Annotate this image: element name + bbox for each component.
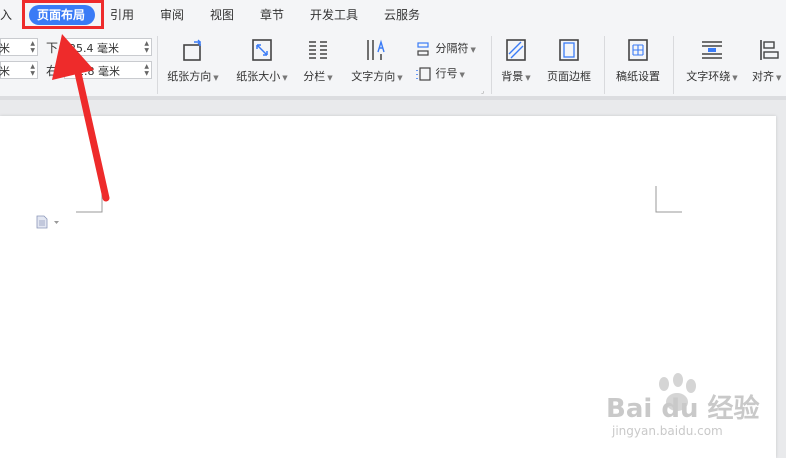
background-button[interactable]: 背景 ▼ [498, 38, 534, 84]
paper-size-button[interactable]: 纸张大小 ▼ [233, 38, 291, 84]
spinner-arrows-icon[interactable]: ▲ ▼ [144, 40, 149, 54]
paper-size-icon [252, 39, 272, 61]
line-numbers-button[interactable]: 行号 ▼ [416, 65, 465, 81]
dialog-launcher-icon[interactable]: ⌟ [481, 87, 484, 95]
doc-icon[interactable] [36, 214, 64, 233]
menu-tab-view[interactable]: 视图 [210, 6, 234, 23]
margin-left-field[interactable]: 米 ▲ ▼ [0, 61, 38, 79]
align-button[interactable]: 对齐 ▼ [752, 38, 786, 84]
baidu-watermark: Bai du 经验 jingyan.baidu.com [606, 372, 786, 458]
line-number-icon [416, 67, 431, 81]
separator [673, 36, 674, 94]
menu-tab-cloud[interactable]: 云服务 [384, 6, 420, 23]
margin-corner-left [76, 186, 103, 213]
menu-bar: 入 页面布局 引用 审阅 视图 章节 开发工具 云服务 [0, 0, 786, 30]
margin-corner-right [655, 186, 682, 213]
orientation-icon [183, 39, 201, 61]
menu-tab-insert[interactable]: 入 [0, 6, 12, 23]
columns-button[interactable]: 分栏 ▼ [300, 38, 336, 84]
separator [157, 36, 158, 94]
spinner-arrows-icon[interactable]: ▲ ▼ [144, 63, 149, 77]
margin-top-field[interactable]: 米 ▲ ▼ [0, 38, 38, 56]
wrap-text-button[interactable]: 文字环绕 ▼ [681, 38, 743, 84]
spinner-arrows-icon[interactable]: ▲ ▼ [30, 63, 35, 77]
menu-tab-section[interactable]: 章节 [260, 6, 284, 23]
breaks-icon [417, 42, 429, 56]
spinner-arrows-icon[interactable]: ▲ ▼ [30, 40, 35, 54]
align-icon [760, 40, 779, 60]
columns-icon [309, 41, 327, 59]
annotation-highlight-box [22, 0, 104, 29]
menu-tab-references[interactable]: 引用 [110, 6, 134, 23]
wrap-text-icon [702, 41, 722, 59]
separator [604, 36, 605, 94]
background-icon [506, 39, 526, 61]
manuscript-icon [628, 39, 648, 61]
separator [491, 36, 492, 94]
text-direction-icon [367, 39, 385, 60]
orientation-button[interactable]: 纸张方向 ▼ [164, 38, 222, 84]
margin-right-label: 右: [46, 64, 63, 78]
menu-tab-review[interactable]: 审阅 [160, 6, 184, 23]
watermark-brand: Bai du 经验 [606, 394, 760, 424]
margin-bottom-field[interactable]: 25.4 毫米 ▲ ▼ [64, 38, 152, 56]
margin-right-field[interactable]: 1.8 毫米 ▲ ▼ [64, 61, 152, 79]
menu-tab-developer[interactable]: 开发工具 [310, 6, 358, 23]
text-direction-button[interactable]: 文字方向 ▼ [347, 38, 407, 84]
page-border-icon [559, 39, 579, 61]
breaks-button[interactable]: 分隔符 ▼ [416, 40, 476, 56]
watermark-url: jingyan.baidu.com [612, 424, 723, 438]
margin-bottom-label: 下: [46, 41, 63, 55]
page-border-button[interactable]: 页面边框 [543, 38, 595, 84]
manuscript-settings-button[interactable]: 稿纸设置 [611, 38, 665, 84]
